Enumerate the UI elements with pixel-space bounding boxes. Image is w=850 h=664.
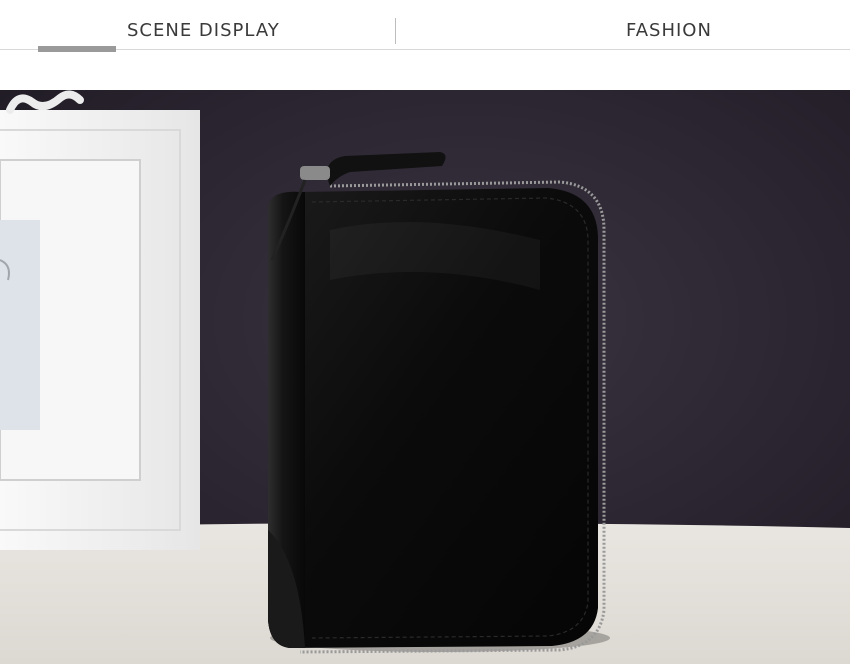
picture-frame [0,90,200,550]
section-header: SCENE DISPLAY FASHION [0,0,850,90]
tab-scene-display[interactable]: SCENE DISPLAY [127,20,280,41]
tab-fashion[interactable]: FASHION [626,20,712,41]
wallet-photo-illustration [0,90,850,664]
product-scene-photo [0,90,850,664]
header-underline [0,49,850,50]
active-tab-indicator [38,46,116,52]
header-divider [395,18,396,44]
wallet [268,152,606,654]
